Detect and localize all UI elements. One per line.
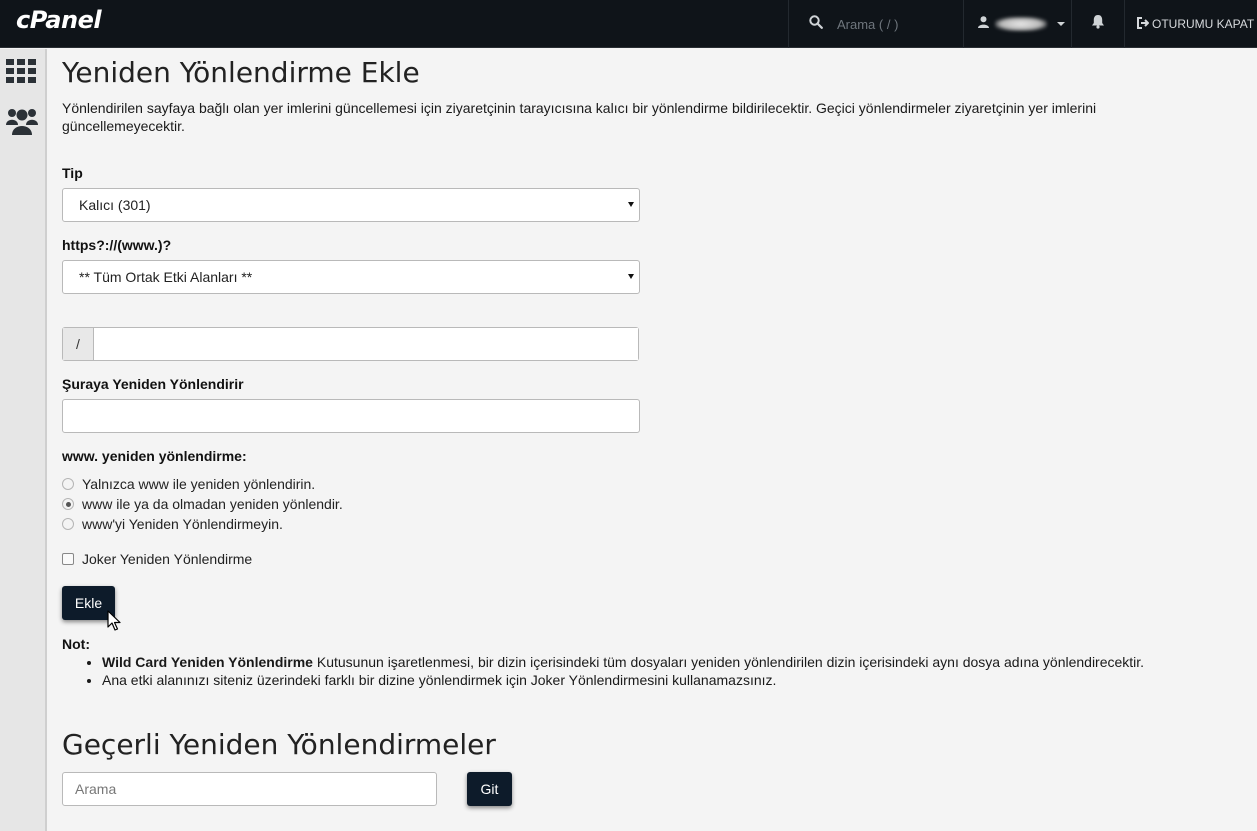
note-text: Kutusunun işaretlenmesi, bir dizin içeri…: [312, 654, 1145, 670]
notifications-button[interactable]: [1071, 0, 1125, 48]
path-input-group: /: [62, 327, 639, 361]
checkbox[interactable]: [62, 553, 74, 565]
note-item: Wild Card Yeniden Yönlendirme Kutusunun …: [102, 653, 1242, 671]
sidebar: [0, 49, 47, 831]
notes-list: Wild Card Yeniden Yönlendirme Kutusunun …: [102, 653, 1242, 689]
user-menu[interactable]: [963, 0, 1071, 48]
radio-only-www[interactable]: Yalnızca www ile yeniden yönlendirin.: [62, 476, 315, 492]
users-icon[interactable]: [6, 105, 38, 140]
radio-button[interactable]: [62, 518, 74, 530]
global-search[interactable]: [788, 0, 963, 48]
redirect-to-label: Şuraya Yeniden Yönlendirir: [62, 376, 244, 392]
domain-select-value: ** Tüm Ortak Etki Alanları **: [79, 269, 253, 285]
mouse-cursor-icon: [107, 610, 121, 637]
redirect-to-input[interactable]: [62, 399, 640, 433]
path-input[interactable]: [94, 328, 638, 360]
note-title: Not:: [62, 636, 90, 652]
www-redirect-label: www. yeniden yönlendirme:: [62, 448, 247, 464]
path-prefix: /: [63, 328, 94, 360]
radio-button[interactable]: [62, 478, 74, 490]
top-bar: cPanel OTURUMU KAPAT: [0, 0, 1257, 48]
radio-label: www ile ya da olmadan yeniden yönlendir.: [82, 496, 343, 512]
bell-icon: [1091, 14, 1105, 34]
page-description: Yönlendirilen sayfaya bağlı olan yer iml…: [62, 100, 1097, 134]
global-search-input[interactable]: [835, 15, 955, 33]
note-item: Ana etki alanınızı siteniz üzerindeki fa…: [102, 671, 1242, 689]
go-button[interactable]: Git: [467, 772, 512, 806]
username-blurred: [995, 17, 1047, 31]
type-select[interactable]: Kalıcı (301): [62, 188, 640, 222]
grid-icon[interactable]: [6, 59, 36, 88]
radio-button-checked[interactable]: [62, 498, 74, 510]
current-redirects-title: Geçerli Yeniden Yönlendirmeler: [62, 728, 496, 761]
select-arrow-icon: [628, 202, 634, 207]
page-title: Yeniden Yönlendirme Ekle: [62, 56, 420, 89]
radio-label: www'yi Yeniden Yönlendirmeyin.: [82, 516, 283, 532]
type-select-value: Kalıcı (301): [79, 197, 151, 213]
radio-no-www[interactable]: www'yi Yeniden Yönlendirmeyin.: [62, 516, 283, 532]
note-bold: Wild Card Yeniden Yönlendirme: [102, 654, 313, 670]
cpanel-logo[interactable]: cPanel: [16, 6, 102, 34]
search-icon: [809, 14, 823, 34]
user-icon: [978, 15, 989, 33]
radio-with-or-without-www[interactable]: www ile ya da olmadan yeniden yönlendir.: [62, 496, 343, 512]
domain-label: https?://(www.)?: [62, 237, 172, 253]
wildcard-redirect-checkbox[interactable]: Joker Yeniden Yönlendirme: [62, 551, 252, 567]
logout-button[interactable]: OTURUMU KAPAT: [1126, 0, 1257, 48]
redirects-search-input[interactable]: [62, 772, 437, 806]
chevron-down-icon: [1057, 22, 1065, 26]
note-text: Ana etki alanınızı siteniz üzerindeki fa…: [102, 672, 777, 688]
type-label: Tip: [62, 165, 83, 181]
logout-label: OTURUMU KAPAT: [1152, 17, 1255, 31]
select-arrow-icon: [628, 274, 634, 279]
checkbox-label: Joker Yeniden Yönlendirme: [82, 551, 253, 567]
logout-icon: [1136, 16, 1152, 32]
radio-label: Yalnızca www ile yeniden yönlendirin.: [82, 476, 316, 492]
domain-select[interactable]: ** Tüm Ortak Etki Alanları **: [62, 260, 640, 294]
